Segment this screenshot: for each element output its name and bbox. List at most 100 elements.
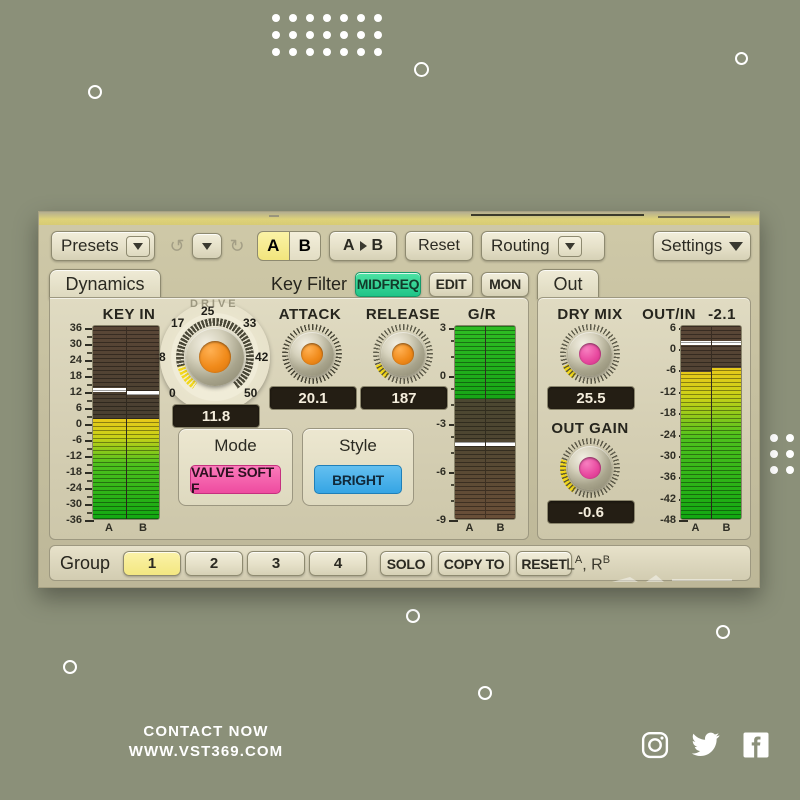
bottom-bar: Group 1 2 3 4 SOLO COPY TO RESET LA, RB: [49, 545, 751, 582]
style-label: Style: [339, 436, 377, 455]
undo-arrow-icon[interactable]: ↺: [165, 234, 189, 258]
drive-scale-50: 50: [244, 386, 258, 400]
plugin-title-strip: [39, 212, 759, 225]
out-channel-a: [681, 326, 711, 519]
group-button-1[interactable]: 1: [123, 551, 181, 576]
dry-mix-knob[interactable]: [560, 324, 620, 384]
style-value-button[interactable]: BRIGHT: [314, 465, 402, 494]
out-gain-knob[interactable]: [560, 438, 620, 498]
group-button-3[interactable]: 3: [247, 551, 305, 576]
solo-button[interactable]: SOLO: [380, 551, 432, 576]
drive-scale-8: 8: [159, 350, 166, 364]
gr-scale: 3 0 -3 -6 -9: [422, 322, 458, 526]
out-channel-labels: A B: [680, 522, 742, 534]
out-meter: [680, 325, 742, 520]
ab-button-b[interactable]: B: [289, 231, 321, 261]
key-filter-edit-button[interactable]: EDIT: [429, 271, 474, 297]
key-in-meter: [92, 325, 160, 520]
plugin-toolbar: Presets ↺ ↻ A B A B Reset Routing Settin…: [49, 229, 751, 267]
right-dot-grid: [770, 434, 800, 474]
out-meter-scale: 6 0 -6 -12 -18 -24 -30 -36 -42 -48: [646, 322, 688, 526]
channel-map-sup-b: B: [602, 554, 611, 566]
out-in-value: -2.1: [708, 306, 736, 323]
channel-map-text: LA, RB: [566, 554, 611, 574]
key-in-channel-labels: A B: [92, 522, 160, 534]
out-label-b: B: [722, 522, 731, 534]
presets-label: Presets: [61, 236, 119, 255]
decor-ring: [406, 609, 420, 623]
tab-out[interactable]: Out: [537, 269, 599, 299]
facebook-icon[interactable]: [741, 730, 771, 760]
drive-knob[interactable]: DRIVE 25 17 33 8 42 0 50: [159, 298, 270, 412]
out-label-a: A: [691, 522, 700, 534]
presets-button[interactable]: Presets: [51, 231, 155, 261]
a-label: A: [342, 237, 355, 254]
decor-ring: [478, 686, 492, 700]
reset-button[interactable]: Reset: [405, 231, 473, 261]
mode-label: Mode: [214, 436, 257, 455]
settings-button[interactable]: Settings: [653, 231, 751, 261]
routing-button[interactable]: Routing: [481, 231, 605, 261]
gr-channel-a: [455, 326, 485, 519]
chevron-down-icon[interactable]: [125, 235, 150, 257]
chevron-down-icon: [202, 242, 212, 250]
redo-arrow-icon[interactable]: ↻: [225, 234, 249, 258]
plugin-window: Presets ↺ ↻ A B A B Reset Routing Settin…: [38, 211, 760, 588]
out-panel: DRY MIX 25.5 OUT GAIN -0.6 OUT/IN -2.1 6…: [537, 297, 751, 540]
b-label: B: [371, 237, 384, 254]
attack-value[interactable]: 20.1: [269, 386, 357, 410]
style-card: Style BRIGHT: [302, 428, 414, 506]
gr-label-b: B: [496, 522, 505, 534]
group-button-4[interactable]: 4: [309, 551, 367, 576]
drive-scale-42: 42: [255, 350, 269, 364]
gr-meter: [454, 325, 516, 520]
gr-channel-labels: A B: [454, 522, 516, 534]
channel-map-sup-a: A: [574, 554, 583, 566]
mode-value-button[interactable]: VALVE SOFT F: [190, 464, 281, 496]
out-in-label: OUT/IN: [642, 306, 696, 323]
contact-line-1: CONTACT NOW: [143, 723, 269, 740]
contact-block: CONTACT NOW WWW.VST369.COM: [76, 722, 336, 762]
routing-label: Routing: [491, 236, 550, 255]
copy-a-to-b-button[interactable]: A B: [329, 231, 397, 261]
preset-menu-button[interactable]: [192, 233, 222, 259]
drive-scale-33: 33: [243, 316, 257, 330]
decor-ring: [63, 660, 77, 674]
key-filter-label: Key Filter: [271, 273, 348, 294]
decor-ring: [735, 52, 748, 65]
copy-to-button[interactable]: COPY TO: [438, 551, 510, 576]
attack-knob[interactable]: [282, 324, 342, 384]
arrow-right-icon: [359, 241, 367, 251]
decor-ring: [88, 85, 102, 99]
key-filter-row: Key Filter MIDFREQ EDIT MON: [271, 270, 530, 298]
key-filter-mode-button[interactable]: MIDFREQ: [355, 271, 422, 297]
gr-title: G/R: [467, 306, 497, 323]
settings-label: Settings: [660, 236, 723, 255]
attack-title: ATTACK: [278, 306, 342, 323]
key-filter-mon-button[interactable]: MON: [481, 271, 530, 297]
instagram-icon[interactable]: [640, 730, 670, 760]
key-in-scale: 36 30 24 18 12 6 0 -6 -12 -18 -24 -30 -3…: [56, 322, 94, 526]
key-in-label-b: B: [139, 522, 147, 534]
mode-card: Mode VALVE SOFT F: [178, 428, 293, 506]
group-label: Group: [60, 553, 111, 573]
out-gain-value[interactable]: -0.6: [547, 500, 635, 524]
out-channel-b: [710, 326, 741, 519]
gr-label-a: A: [465, 522, 474, 534]
key-in-channel-b: [125, 326, 159, 519]
ab-button-a[interactable]: A: [257, 231, 290, 261]
drive-value[interactable]: 11.8: [172, 404, 260, 428]
dry-mix-title: DRY MIX: [557, 306, 623, 323]
dry-mix-value[interactable]: 25.5: [547, 386, 635, 410]
twitter-icon[interactable]: [690, 730, 721, 760]
top-dot-grid: [272, 14, 382, 56]
reset-group-button[interactable]: RESET: [516, 551, 572, 576]
gr-channel-b: [484, 326, 515, 519]
release-title: RELEASE: [365, 306, 441, 323]
chevron-down-icon: [729, 241, 744, 251]
group-button-2[interactable]: 2: [185, 551, 243, 576]
tab-dynamics[interactable]: Dynamics: [49, 269, 161, 299]
chevron-down-icon[interactable]: [557, 235, 582, 257]
out-gain-title: OUT GAIN: [551, 420, 629, 437]
key-in-label-a: A: [105, 522, 113, 534]
